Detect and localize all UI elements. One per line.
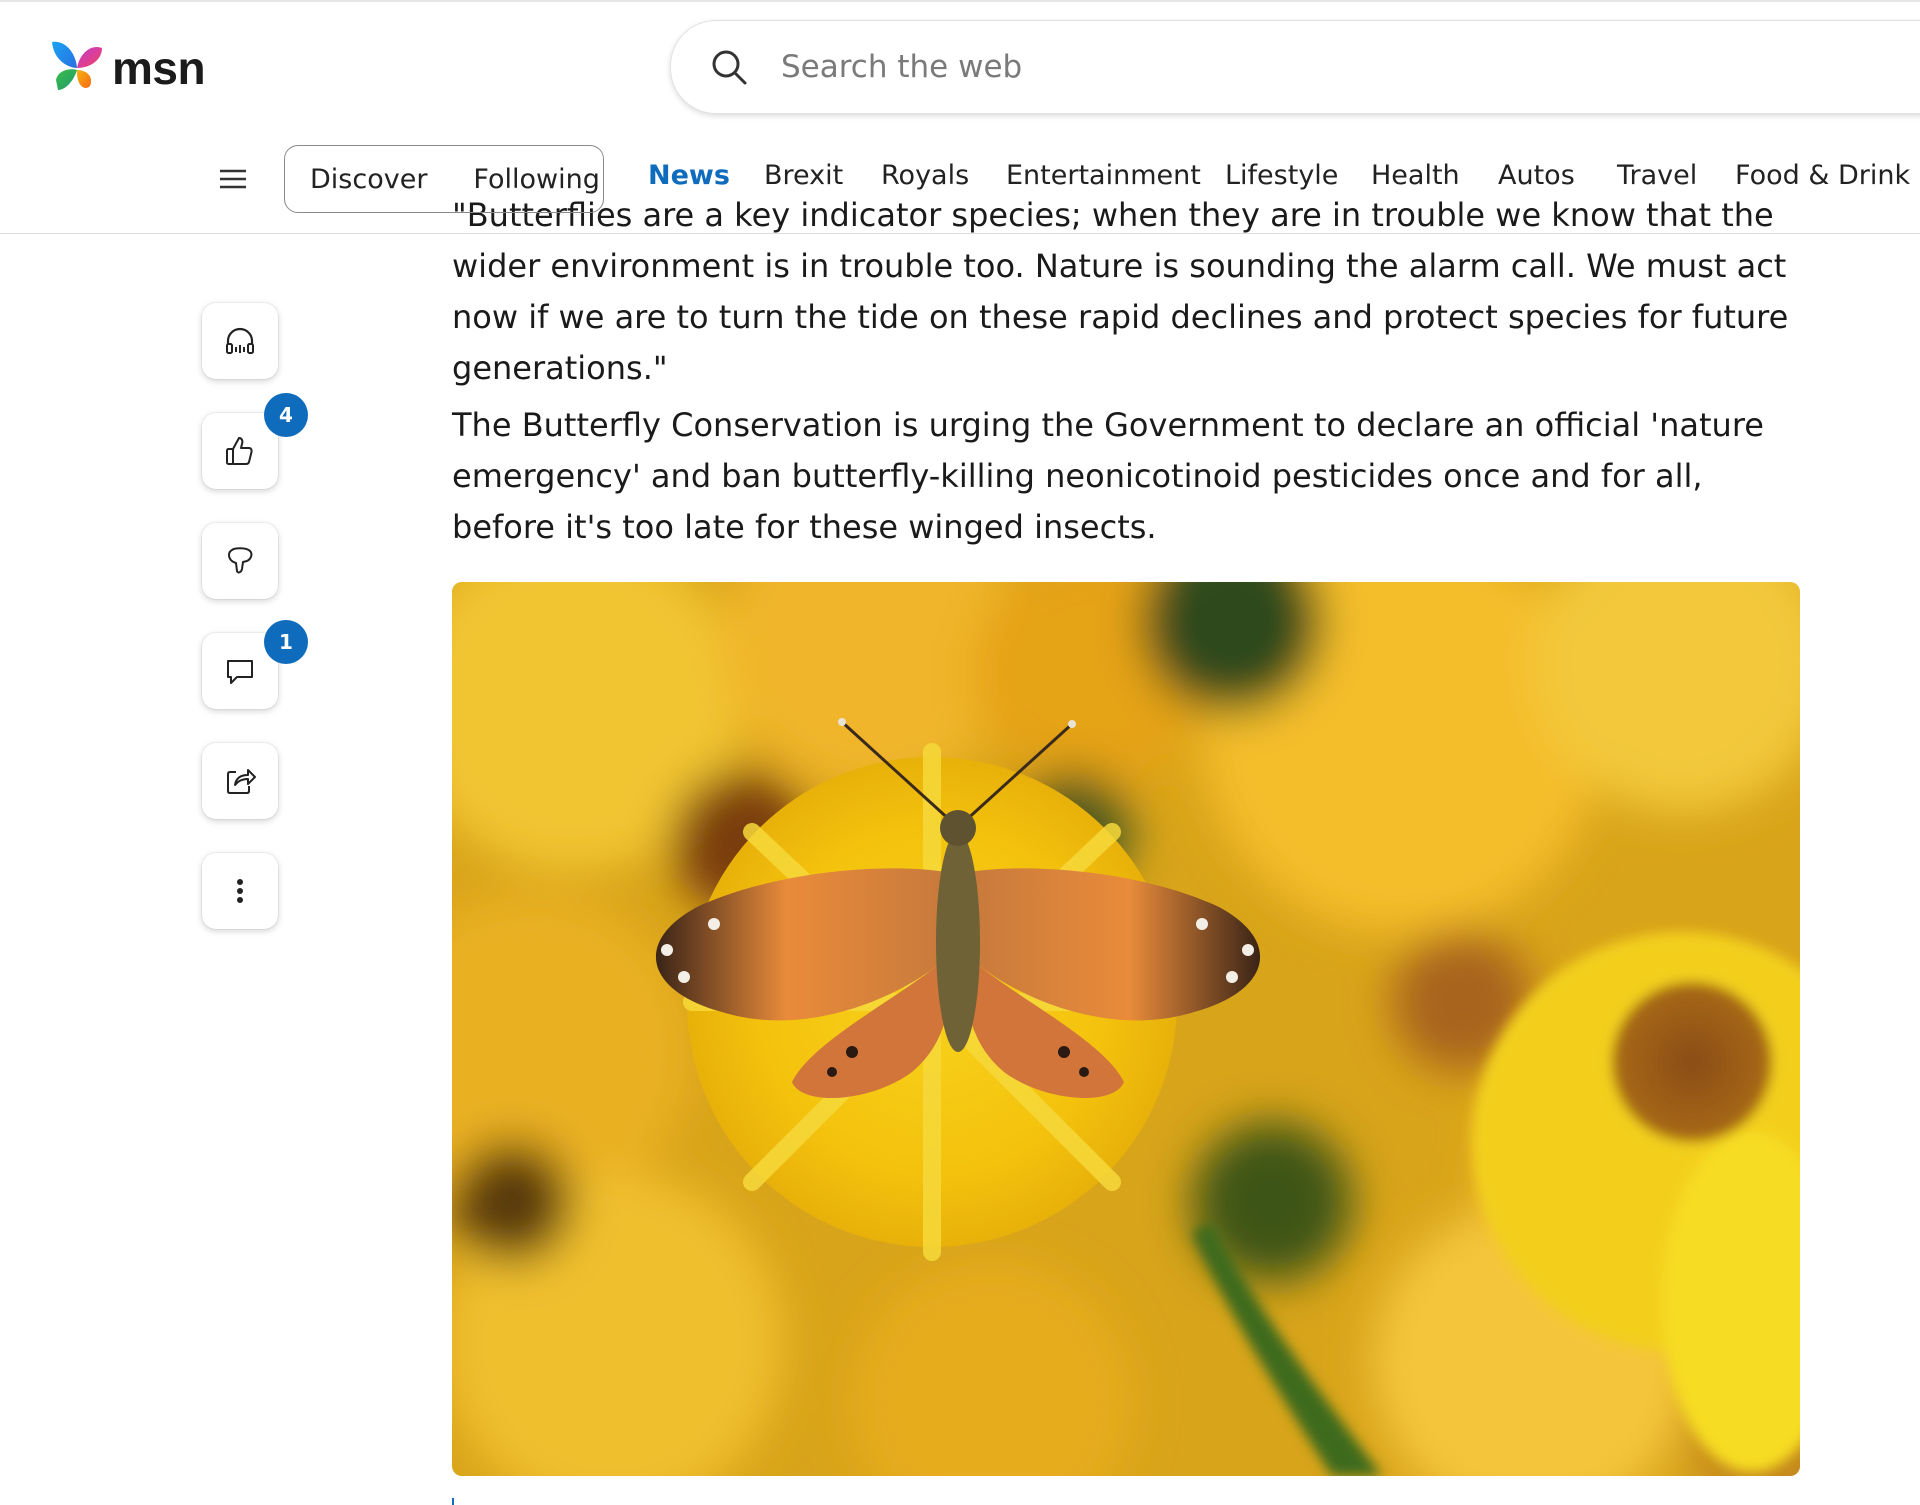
article-paragraph: "Butterflies are a key indicator species… <box>452 196 1789 387</box>
thumbs-up-icon <box>226 437 253 465</box>
nav-item-health[interactable]: Health <box>1371 160 1460 191</box>
butterfly-on-flower-photo <box>452 582 1800 1476</box>
nav-item-lifestyle[interactable]: Lifestyle <box>1225 160 1338 191</box>
top-border <box>0 0 1920 2</box>
brand-name: msn <box>112 42 206 94</box>
hamburger-menu-icon[interactable] <box>218 164 248 194</box>
headphones-icon <box>226 327 254 354</box>
more-options-button[interactable] <box>202 853 278 929</box>
article-paragraph: The Butterfly Conservation is urging the… <box>452 406 1764 546</box>
nav-item-entertainment[interactable]: Entertainment <box>1006 160 1201 191</box>
search-icon[interactable] <box>709 47 749 87</box>
nav-item-autos[interactable]: Autos <box>1498 160 1575 191</box>
nav-item-travel[interactable]: Travel <box>1617 160 1697 191</box>
share-icon <box>227 769 256 794</box>
msn-butterfly-icon <box>52 41 102 90</box>
msn-logo[interactable]: msn <box>46 36 206 100</box>
search-input[interactable] <box>779 48 1683 86</box>
search-bar[interactable] <box>670 20 1920 114</box>
nav-item-news[interactable]: News <box>648 160 730 191</box>
tab-following[interactable]: Following <box>473 164 599 195</box>
thumbs-down-icon <box>228 547 253 574</box>
nav-item-food-drink[interactable]: Food & Drink <box>1735 160 1910 191</box>
caption-indicator <box>452 1498 454 1505</box>
article-image[interactable] <box>452 582 1800 1476</box>
feed-toggle: Discover Following <box>284 145 604 213</box>
comment-icon <box>227 660 253 684</box>
nav-item-brexit[interactable]: Brexit <box>764 160 843 191</box>
listen-button[interactable] <box>202 303 278 379</box>
share-button[interactable] <box>202 743 278 819</box>
comment-count-badge: 1 <box>264 620 308 664</box>
dislike-button[interactable] <box>202 523 278 599</box>
more-options-icon <box>237 879 243 903</box>
nav-item-royals[interactable]: Royals <box>881 160 969 191</box>
like-count-badge: 4 <box>264 393 308 437</box>
nav-divider <box>0 233 1920 234</box>
tab-discover[interactable]: Discover <box>310 164 427 195</box>
